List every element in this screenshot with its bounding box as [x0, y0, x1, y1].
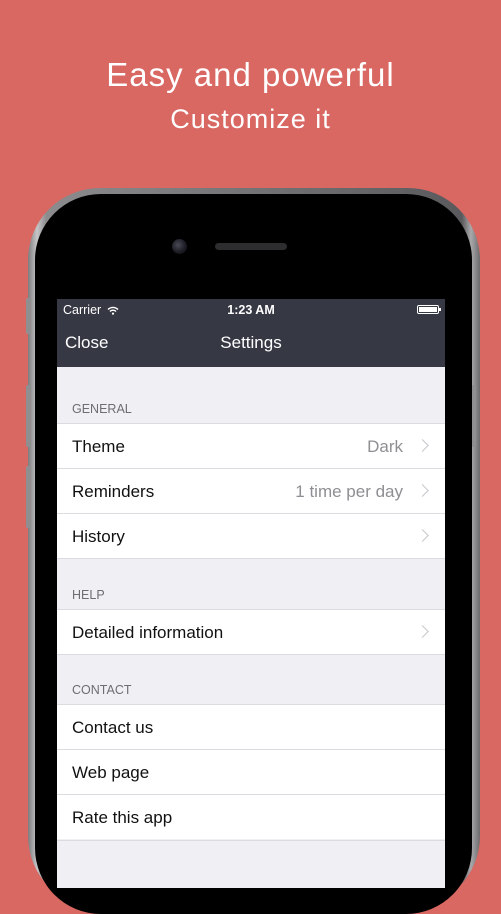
- mute-switch: [26, 298, 31, 334]
- settings-row-contact-us[interactable]: Contact us: [57, 704, 445, 749]
- settings-row-theme[interactable]: Theme Dark: [57, 423, 445, 468]
- section-header-general: GENERAL: [72, 402, 132, 416]
- row-label: Contact us: [72, 718, 154, 737]
- row-label: Theme: [72, 437, 125, 456]
- battery-icon: [417, 305, 441, 314]
- row-label: Reminders: [72, 482, 155, 501]
- section-divider: [57, 558, 445, 559]
- promo-subheadline: Customize it: [170, 104, 331, 134]
- row-value: Dark: [367, 437, 403, 456]
- row-label: Web page: [72, 763, 150, 782]
- settings-row-web-page[interactable]: Web page: [57, 749, 445, 794]
- section-header-contact: CONTACT: [72, 683, 132, 697]
- promo-headline: Easy and powerful: [106, 56, 395, 93]
- row-label: Detailed information: [72, 623, 224, 642]
- settings-row-history[interactable]: History: [57, 513, 445, 558]
- row-label: Rate this app: [72, 808, 173, 827]
- row-value: 1 time per day: [295, 482, 403, 501]
- status-time: 1:23 AM: [227, 303, 275, 317]
- speaker-grille: [215, 243, 287, 250]
- row-label: History: [72, 527, 125, 546]
- phone-screen: Carrier 1:23 AM Close Settings GENERAL T…: [57, 299, 445, 888]
- volume-down-button: [26, 466, 31, 528]
- chevron-right-icon: [416, 529, 429, 542]
- chevron-right-icon: [416, 484, 429, 497]
- settings-row-rate-app[interactable]: Rate this app: [57, 794, 445, 839]
- settings-row-reminders[interactable]: Reminders 1 time per day: [57, 468, 445, 513]
- chevron-right-icon: [416, 439, 429, 452]
- section-header-help: HELP: [72, 588, 105, 602]
- navigation-bar: Carrier 1:23 AM Close Settings: [57, 299, 445, 367]
- nav-title: Settings: [220, 333, 282, 352]
- volume-up-button: [26, 385, 31, 447]
- chevron-right-icon: [416, 625, 429, 638]
- section-divider: [57, 654, 445, 655]
- camera-icon: [172, 239, 187, 254]
- settings-row-detailed-information[interactable]: Detailed information: [57, 609, 445, 654]
- section-divider: [57, 840, 445, 841]
